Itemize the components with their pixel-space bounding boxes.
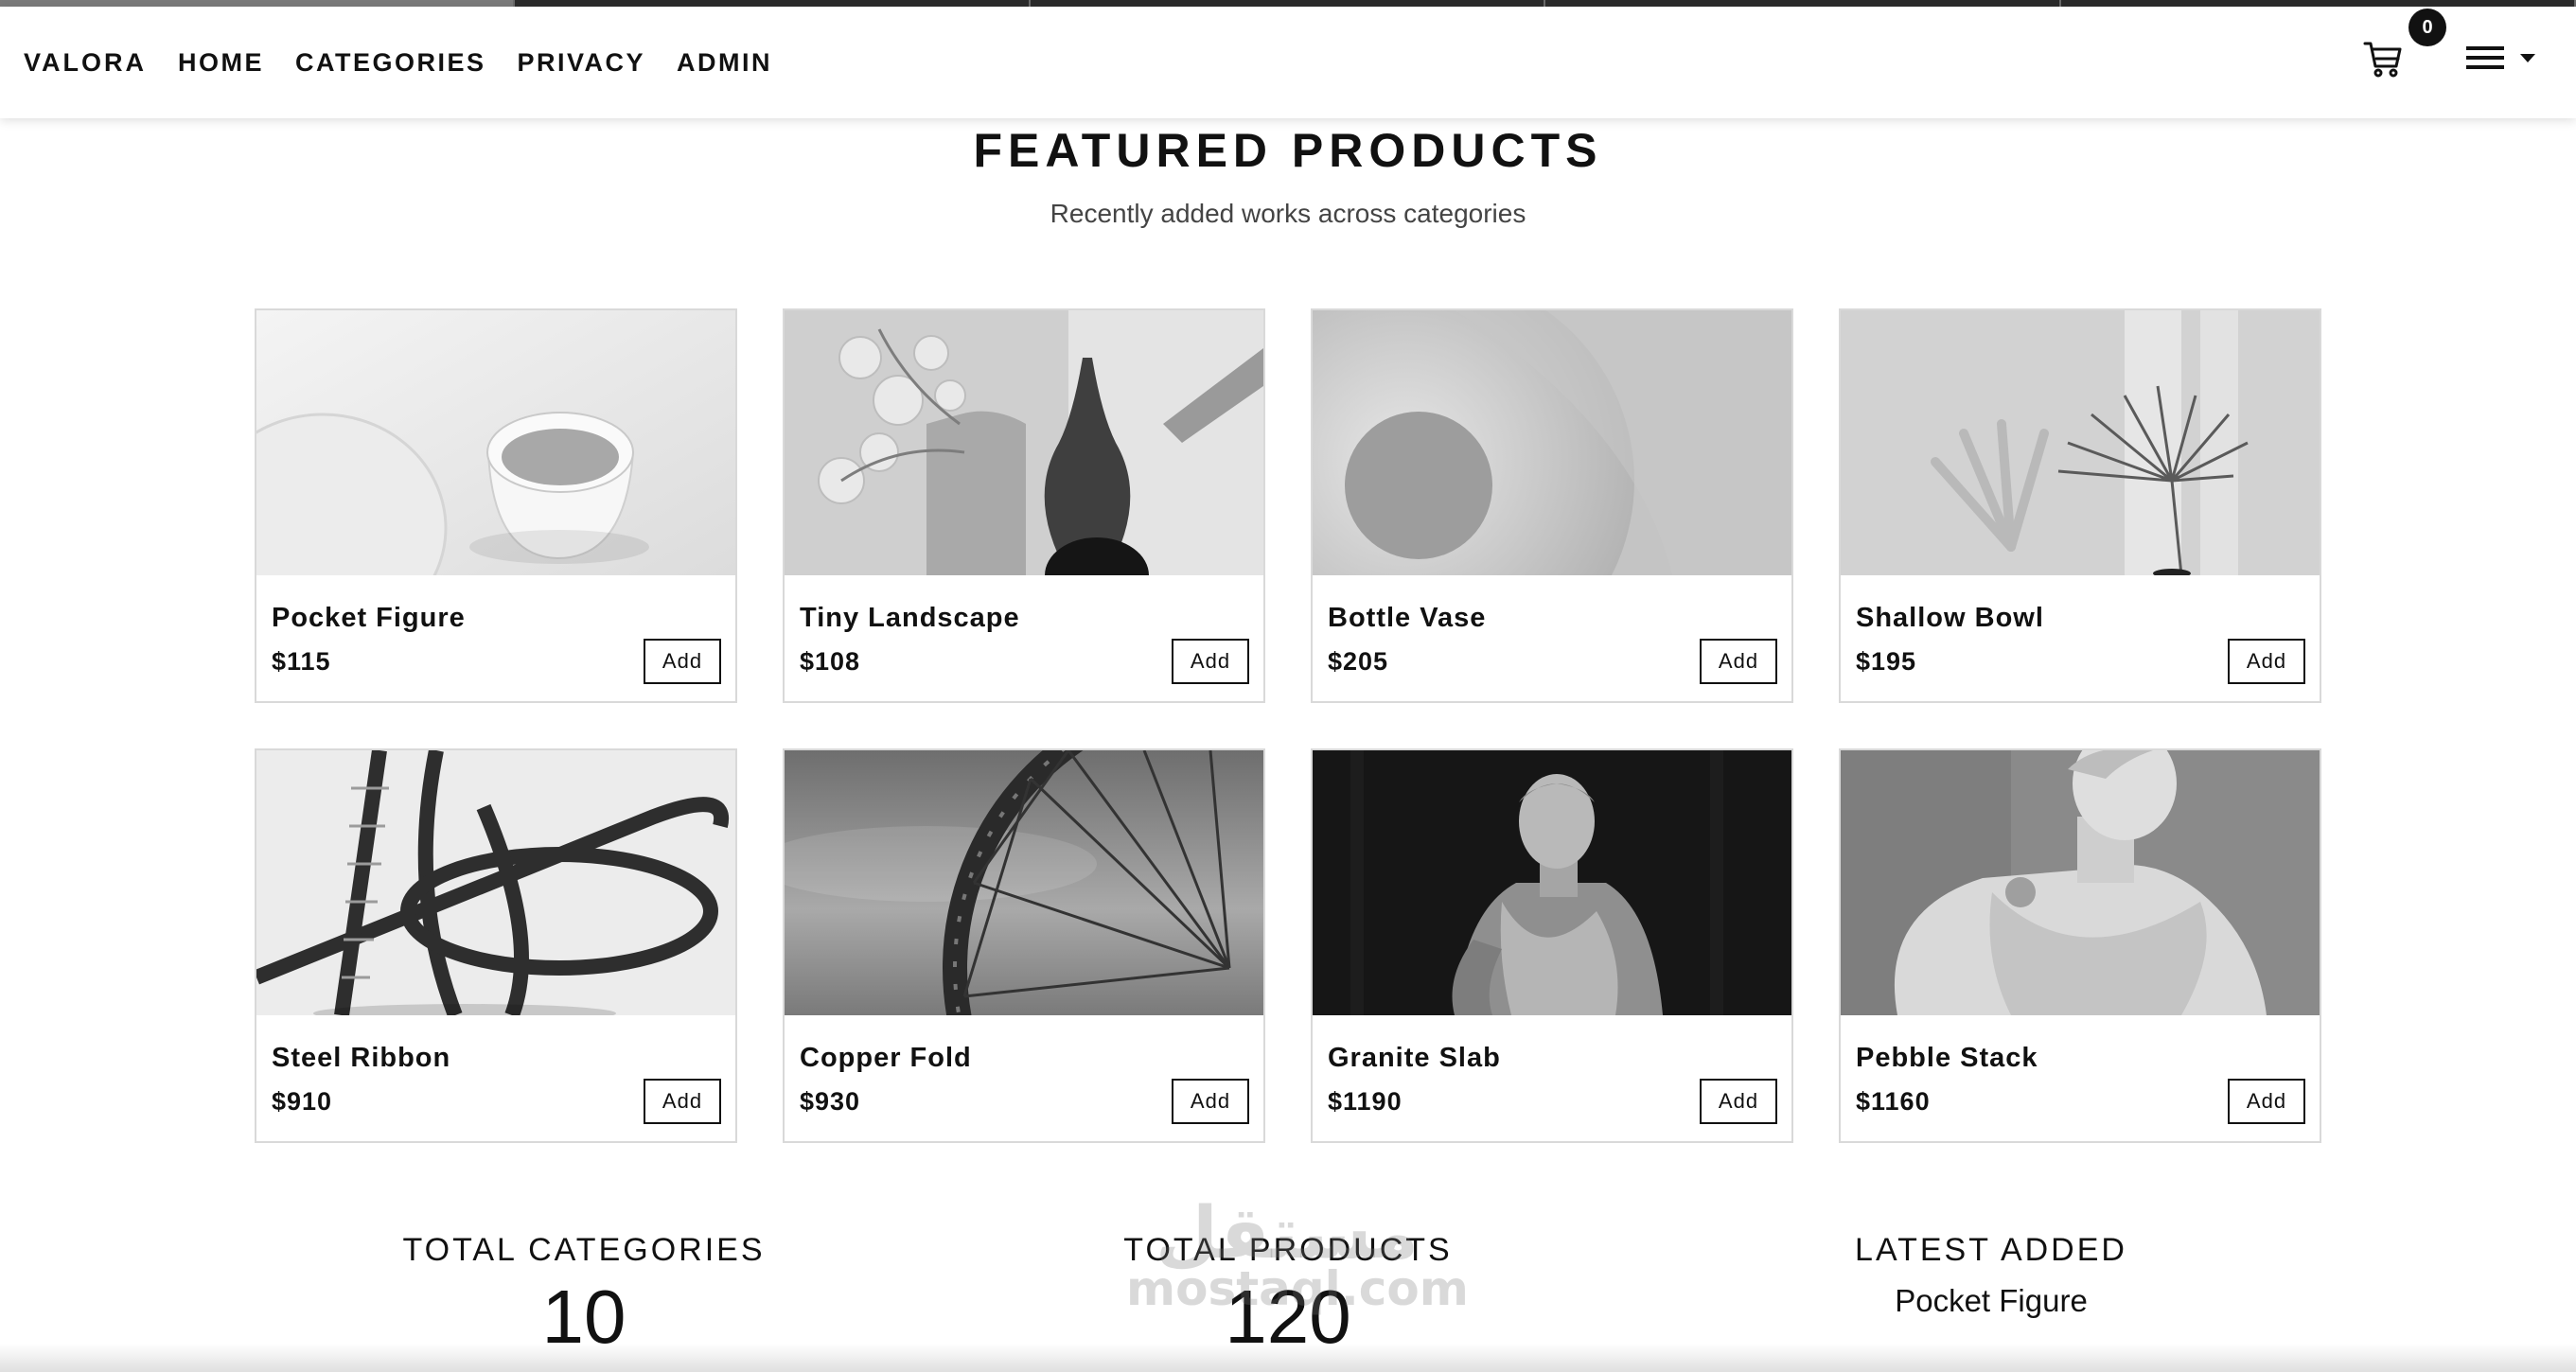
product-price: $930 [800, 1087, 861, 1116]
ring-sculpture-photo [1313, 310, 1791, 575]
product-card[interactable]: Granite Slab $1190 Add [1311, 748, 1793, 1143]
add-to-cart-button[interactable]: Add [1700, 639, 1777, 684]
cart-count-badge: 0 [2408, 9, 2446, 46]
add-to-cart-button[interactable]: Add [644, 1079, 721, 1124]
section-title: FEATURED PRODUCTS [973, 124, 1603, 177]
product-name[interactable]: Steel Ribbon [272, 1043, 450, 1074]
section-subtitle: Recently added works across categories [1050, 199, 1526, 228]
hamburger-icon [2466, 46, 2535, 69]
brand-logo[interactable]: VALORA [24, 48, 147, 78]
product-card[interactable]: Copper Fold $930 Add [783, 748, 1265, 1143]
twisted-lattice-photo [256, 750, 735, 1015]
product-image-palm[interactable] [1841, 310, 2320, 575]
strip-segment [515, 0, 1031, 7]
roman-statue-photo [1313, 750, 1791, 1015]
marble-bust-photo [1841, 750, 2320, 1015]
nav-link-privacy[interactable]: PRIVACY [518, 48, 646, 78]
product-name[interactable]: Tiny Landscape [800, 603, 1020, 634]
product-image-ring[interactable] [1313, 310, 1791, 575]
add-to-cart-button[interactable]: Add [1172, 1079, 1249, 1124]
add-to-cart-button[interactable]: Add [2228, 639, 2305, 684]
add-to-cart-button[interactable]: Add [2228, 1079, 2305, 1124]
nav-link-home[interactable]: HOME [178, 48, 264, 78]
strip-segment [0, 0, 516, 7]
product-image-vases[interactable] [785, 310, 1263, 575]
product-image-ferris-wheel[interactable] [785, 750, 1263, 1015]
product-name[interactable]: Copper Fold [800, 1043, 972, 1074]
product-image-statue[interactable] [1313, 750, 1791, 1015]
add-to-cart-button[interactable]: Add [644, 639, 721, 684]
product-price: $108 [800, 647, 861, 676]
strip-segment [1030, 0, 1546, 7]
product-price: $205 [1328, 647, 1389, 676]
nav-link-categories[interactable]: CATEGORIES [295, 48, 486, 78]
product-name[interactable]: Granite Slab [1328, 1043, 1501, 1074]
strip-segment [1545, 0, 2061, 7]
cup-photo [256, 310, 735, 575]
product-name[interactable]: Pocket Figure [272, 603, 466, 634]
product-name[interactable]: Shallow Bowl [1856, 603, 2044, 634]
add-to-cart-button[interactable]: Add [1172, 639, 1249, 684]
main-nav: HOME CATEGORIES PRIVACY ADMIN [178, 48, 803, 78]
palm-leaf-photo [1841, 310, 2320, 575]
product-price: $115 [272, 647, 331, 676]
product-card[interactable]: Tiny Landscape $108 Add [783, 308, 1265, 703]
product-price: $1190 [1328, 1087, 1403, 1116]
cart-icon[interactable] [2362, 38, 2404, 79]
product-price: $195 [1856, 647, 1917, 676]
product-image-cup[interactable] [256, 310, 735, 575]
product-card[interactable]: Steel Ribbon $910 Add [255, 748, 737, 1143]
vases-photo [785, 310, 1263, 575]
stat-total-categories-value: 10 [541, 1275, 626, 1359]
product-price: $910 [272, 1087, 333, 1116]
product-card[interactable]: Pebble Stack $1160 Add [1839, 748, 2321, 1143]
menu-dropdown-toggle[interactable] [2466, 43, 2542, 77]
product-card[interactable]: Pocket Figure $115 Add [255, 308, 737, 703]
product-image-lattice[interactable] [256, 750, 735, 1015]
product-image-bust[interactable] [1841, 750, 2320, 1015]
product-name[interactable]: Bottle Vase [1328, 603, 1486, 634]
product-card[interactable]: Bottle Vase $205 Add [1311, 308, 1793, 703]
stat-latest-added-value[interactable]: Pocket Figure [1707, 1283, 2275, 1319]
stat-total-products-value: 120 [1225, 1275, 1351, 1359]
stat-latest-added-label: LATEST ADDED [1855, 1232, 2127, 1268]
strip-segment [2060, 0, 2576, 7]
product-card[interactable]: Shallow Bowl $195 Add [1839, 308, 2321, 703]
product-name[interactable]: Pebble Stack [1856, 1043, 2038, 1074]
stat-total-categories-label: TOTAL CATEGORIES [402, 1232, 766, 1268]
stat-total-products-label: TOTAL PRODUCTS [1123, 1232, 1453, 1268]
nav-link-admin[interactable]: ADMIN [677, 48, 772, 78]
add-to-cart-button[interactable]: Add [1700, 1079, 1777, 1124]
navbar: VALORA HOME CATEGORIES PRIVACY ADMIN [0, 7, 2576, 118]
top-progress-strip [0, 0, 2576, 7]
product-price: $1160 [1856, 1087, 1931, 1116]
ferris-wheel-photo [785, 750, 1263, 1015]
